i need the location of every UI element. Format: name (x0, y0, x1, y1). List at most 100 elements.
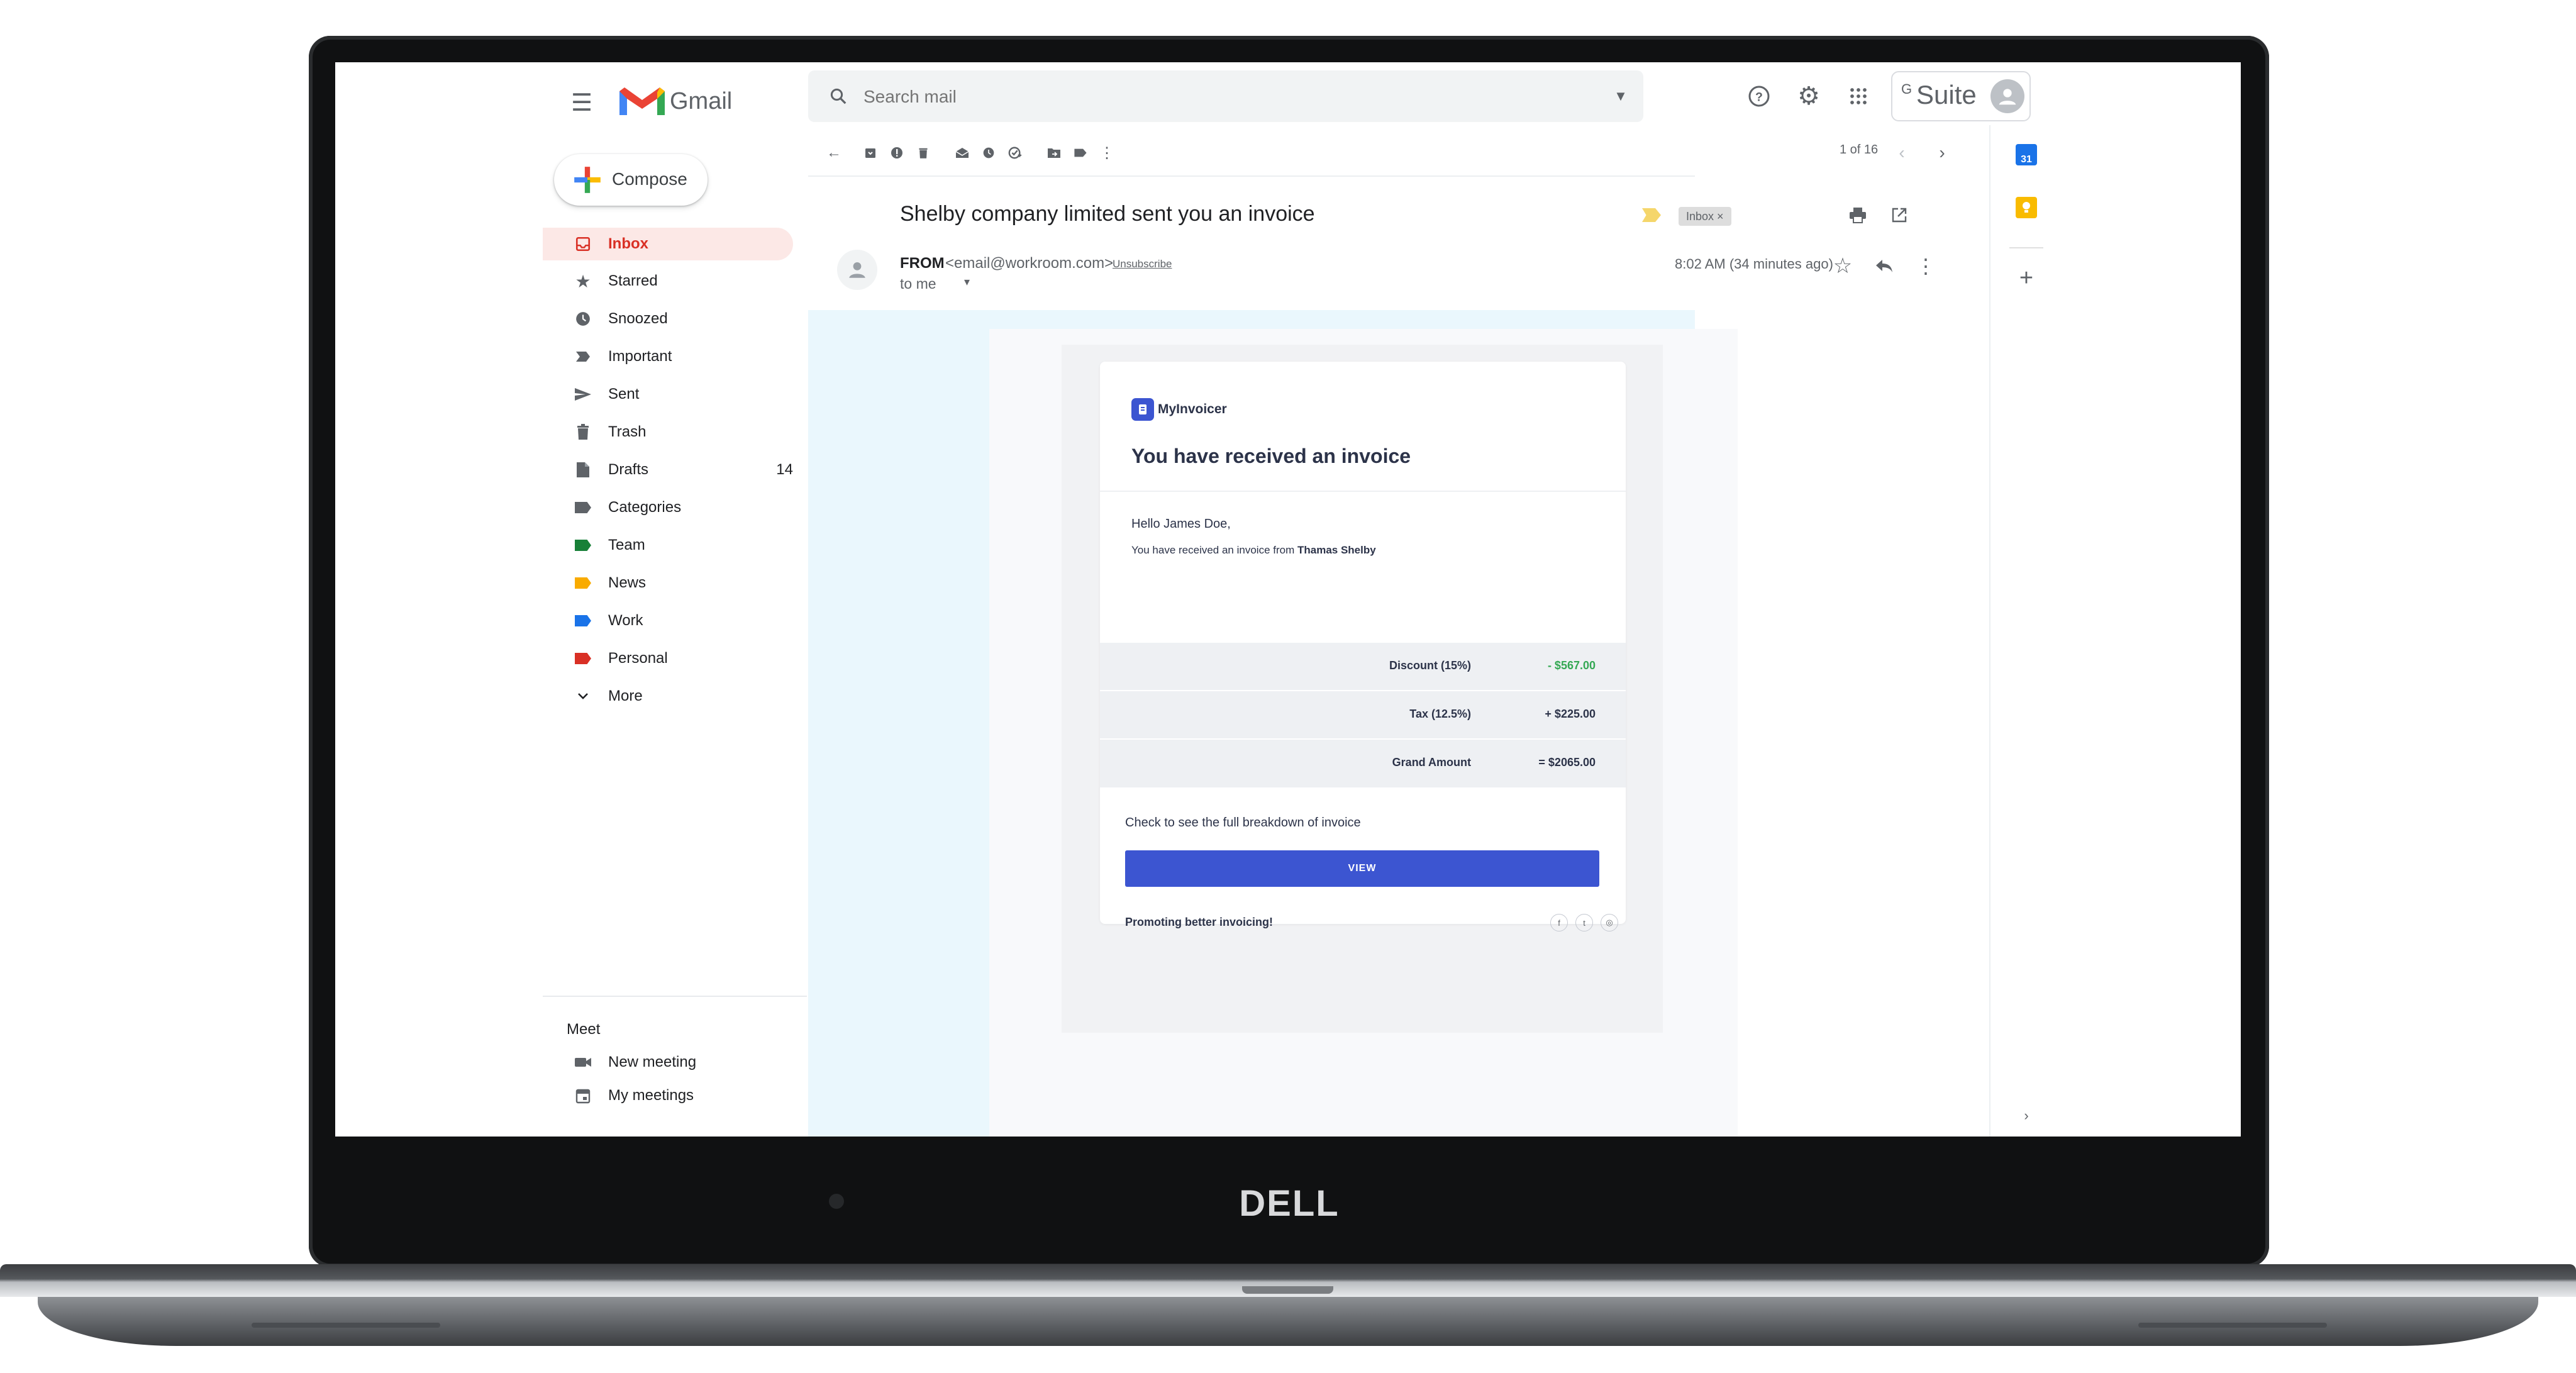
sidebar-item-personal[interactable]: Personal (543, 642, 793, 675)
compose-plus-icon (574, 167, 601, 193)
more-vert-icon[interactable]: ⋮ (1092, 133, 1121, 173)
gmail-logo-icon[interactable] (614, 81, 670, 121)
invoice-heading: You have received an invoice (1131, 445, 1411, 467)
sidebar-item-sent[interactable]: Sent (543, 378, 793, 411)
label-icon (573, 498, 593, 518)
sidebar-item-categories[interactable]: Categories (543, 491, 793, 524)
sender-avatar-icon (837, 250, 877, 290)
sidebar-item-starred[interactable]: ★ Starred (543, 265, 793, 297)
invoice-from-prefix: You have received an invoice from (1131, 544, 1295, 556)
video-icon (573, 1052, 593, 1072)
recipient-label: to me (900, 275, 936, 292)
sidebar-item-label: Team (608, 536, 645, 553)
move-to-icon[interactable] (1040, 133, 1069, 173)
importance-marker-icon[interactable] (1642, 208, 1661, 222)
label-icon (573, 535, 593, 555)
unsubscribe-link[interactable]: Unsubscribe (1113, 258, 1172, 270)
gsuite-label: Suite (1916, 80, 1977, 109)
sidebar-item-inbox[interactable]: Inbox (543, 228, 793, 260)
meet-new-meeting[interactable]: New meeting (543, 1046, 793, 1079)
chevron-right-icon[interactable]: › (2016, 1105, 2037, 1126)
help-icon[interactable]: ? (1741, 79, 1777, 114)
sidebar-item-news[interactable]: News (543, 567, 793, 599)
laptop-base-lower (38, 1297, 2538, 1346)
calendar-addon-icon[interactable]: 31 (2016, 144, 2037, 165)
sidebar-item-important[interactable]: Important (543, 340, 793, 373)
chevron-left-icon[interactable]: ‹ (1887, 135, 1916, 170)
print-icon[interactable] (1843, 199, 1872, 231)
importance-icon (573, 347, 593, 367)
pagination-label: 1 of 16 (1840, 143, 1879, 157)
facebook-icon[interactable]: f (1550, 914, 1568, 931)
reply-icon[interactable] (1870, 248, 1899, 284)
sender-email: <email@workroom.com> (945, 255, 1114, 272)
summary-value: = $2065.00 (1538, 756, 1596, 769)
chevron-right-icon[interactable]: › (1928, 135, 1957, 170)
settings-icon[interactable]: ⚙ (1791, 79, 1826, 114)
sidebar-item-label: Important (608, 348, 672, 365)
sidebar-item-label: Drafts (608, 461, 649, 478)
side-panel-divider (1989, 125, 1990, 1137)
open-new-window-icon[interactable] (1885, 199, 1914, 231)
recipient-details-icon[interactable]: ▾ (964, 275, 970, 289)
archive-icon[interactable] (856, 133, 885, 173)
sidebar-item-more[interactable]: More (543, 680, 793, 713)
sidebar-item-label: Starred (608, 272, 658, 289)
summary-value: - $567.00 (1547, 659, 1596, 672)
summary-label: Discount (15%) (1389, 659, 1471, 672)
search-icon[interactable] (821, 79, 856, 114)
star-icon[interactable]: ☆ (1828, 248, 1857, 284)
search-options-icon[interactable]: ▼ (1603, 79, 1638, 114)
sidebar-divider (543, 996, 807, 997)
back-icon[interactable]: ← (819, 133, 848, 173)
laptop-hinge-notch (1242, 1286, 1333, 1294)
sidebar-item-label: Snoozed (608, 310, 668, 327)
inbox-label-chip[interactable]: Inbox × (1679, 207, 1731, 226)
addon-divider (2009, 247, 2043, 248)
sidebar-item-work[interactable]: Work (543, 604, 793, 637)
sidebar-item-drafts[interactable]: Drafts 14 (543, 453, 793, 486)
report-spam-icon[interactable] (882, 133, 911, 173)
search-input[interactable] (862, 79, 1557, 115)
sidebar-item-snoozed[interactable]: Snoozed (543, 303, 793, 335)
view-invoice-button[interactable]: VIEW (1125, 850, 1599, 887)
summary-value: + $225.00 (1545, 708, 1596, 720)
delete-icon[interactable] (909, 133, 938, 173)
add-to-tasks-icon[interactable] (1001, 133, 1030, 173)
draft-icon (573, 460, 593, 480)
gmail-wordmark: Gmail (670, 88, 733, 114)
summary-row-grand-amount: Grand Amount = $2065.00 (1100, 740, 1626, 787)
more-vert-icon[interactable]: ⋮ (1911, 248, 1940, 284)
summary-row-discount: Discount (15%) - $567.00 (1100, 643, 1626, 691)
label-icon (573, 648, 593, 669)
avatar-icon[interactable] (1990, 79, 2024, 113)
main-menu-icon[interactable]: ☰ (564, 85, 599, 120)
message-toolbar: ← ⋮ (808, 133, 1695, 173)
dell-logo: DELL (1239, 1183, 1340, 1224)
add-addon-icon[interactable]: + (2011, 262, 2042, 294)
snooze-icon[interactable] (974, 133, 1003, 173)
sidebar-item-trash[interactable]: Trash (543, 416, 793, 448)
invoice-greeting: Hello James Doe, (1131, 517, 1231, 531)
gsuite-g-mark: G (1901, 81, 1913, 97)
sidebar-item-label: Personal (608, 650, 668, 667)
clock-icon (573, 309, 593, 329)
meet-my-meetings[interactable]: My meetings (543, 1079, 793, 1112)
svg-text:?: ? (1755, 91, 1763, 104)
sidebar-item-team[interactable]: Team (543, 529, 793, 562)
webcam (829, 1194, 844, 1209)
laptop-foot (252, 1323, 440, 1328)
keep-addon-icon[interactable] (2016, 197, 2037, 218)
twitter-icon[interactable]: t (1575, 914, 1593, 931)
mark-unread-icon[interactable] (948, 133, 977, 173)
invoice-brand-name: MyInvoicer (1158, 402, 1227, 416)
summary-label: Tax (12.5%) (1409, 708, 1471, 720)
sidebar-item-label: More (608, 687, 643, 704)
instagram-icon[interactable]: ◎ (1601, 914, 1618, 931)
summary-label: Grand Amount (1392, 756, 1471, 769)
apps-grid-icon[interactable] (1841, 79, 1876, 114)
sidebar-item-label: Categories (608, 499, 682, 516)
label-icon[interactable] (1066, 133, 1095, 173)
email-subject: Shelby company limited sent you an invoi… (900, 202, 1315, 226)
drafts-count: 14 (776, 461, 793, 478)
